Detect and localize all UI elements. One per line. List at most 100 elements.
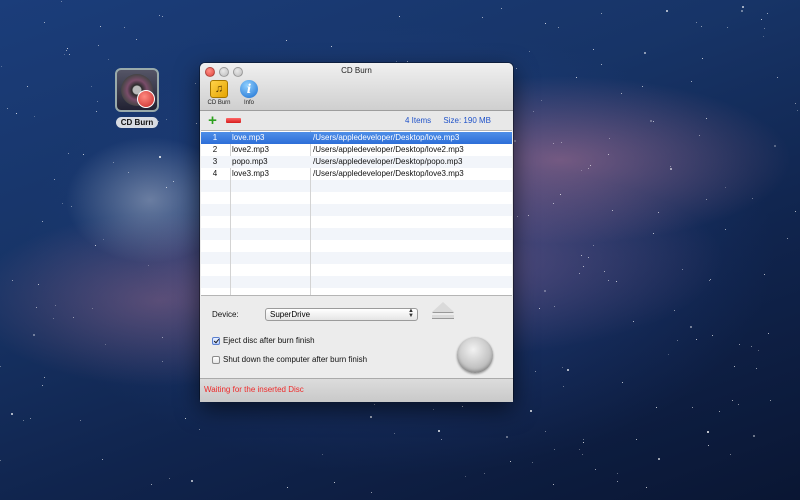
star [393,433,395,435]
star [616,281,618,283]
star [516,67,518,69]
file-table[interactable]: 1 love.mp3 /Users/appledeveloper/Desktop… [201,130,512,296]
star [633,321,635,323]
star [592,49,594,51]
star [529,410,532,413]
star [560,141,562,143]
star [462,405,464,407]
info-icon: i [240,80,258,98]
star [531,462,533,464]
row-path: /Users/appledeveloper/Desktop/love2.mp3 [313,145,464,154]
star [621,92,623,94]
eject-option[interactable]: Eject disc after burn finish [212,336,315,345]
star [60,0,62,2]
desktop-icon-cd-burn[interactable]: CD Burn [112,68,162,130]
star [11,412,14,415]
star [643,52,646,55]
star [65,49,67,51]
device-select[interactable]: SuperDrive ▲ ▼ [265,308,418,321]
star [733,366,735,368]
star [104,343,106,345]
table-row[interactable]: 1 love.mp3 /Users/appledeveloper/Desktop… [201,132,512,144]
star [37,283,39,285]
star [102,239,104,241]
window-title: CD Burn [341,66,372,75]
star [762,36,764,38]
row-filename: love3.mp3 [232,169,269,178]
star [514,140,517,143]
star [538,307,540,309]
star [695,22,697,24]
star [11,279,13,281]
star [73,317,75,319]
table-row[interactable]: 4 love3.mp3 /Users/appledeveloper/Deskto… [201,168,512,180]
star [581,170,583,172]
star [543,289,546,292]
star [761,19,763,21]
star [642,85,644,87]
star [562,385,564,387]
star [184,418,186,420]
star [773,145,776,148]
table-row[interactable]: 2 love2.mp3 /Users/appledeveloper/Deskto… [201,144,512,156]
star [583,438,585,440]
star [26,86,28,88]
titlebar[interactable]: CD Burn ♫ CD Burn i Info [200,63,513,111]
star [725,228,727,230]
star [465,475,467,477]
star [658,457,661,460]
toolbar-info-button[interactable]: i Info [233,80,265,106]
star [533,110,535,112]
toolbar-cd-burn-button[interactable]: ♫ CD Burn [203,80,235,106]
shutdown-checkbox[interactable] [212,355,220,364]
star [195,122,197,124]
eject-button[interactable] [432,302,454,322]
star [741,10,744,13]
star [440,439,442,441]
row-filename: love2.mp3 [232,145,269,154]
options-panel: Device: SuperDrive ▲ ▼ Eject disc after b… [200,295,513,375]
star [286,39,288,41]
star [29,417,31,419]
star [101,458,103,460]
star [587,257,589,259]
remove-file-button[interactable] [226,118,241,123]
table-row[interactable]: 3 popo.mp3 /Users/appledeveloper/Desktop… [201,156,512,168]
star [82,153,84,155]
star [199,428,201,430]
star [751,198,753,200]
add-file-button[interactable]: + [207,113,218,128]
star [169,478,171,480]
star [36,306,38,308]
star [528,51,530,53]
star [34,115,36,117]
star [484,472,486,474]
star [646,487,648,489]
row-path: /Users/appledeveloper/Desktop/love.mp3 [313,133,460,142]
star [113,161,115,163]
burn-button[interactable] [457,337,493,373]
eject-checkbox[interactable] [212,336,220,345]
empty-table-row [201,276,512,288]
shutdown-option-label: Shut down the computer after burn finish [223,355,368,364]
star [553,483,555,485]
star [604,271,606,273]
star [590,165,592,167]
star [79,420,81,422]
star [94,244,96,246]
star [752,434,755,437]
star [755,368,757,370]
star [666,10,669,13]
star [729,454,731,456]
burn-badge-icon [137,90,155,108]
shutdown-option[interactable]: Shut down the computer after burn finish [212,355,367,364]
row-number: 1 [212,133,218,142]
eject-option-label: Eject disc after burn finish [223,336,315,345]
star [608,153,610,155]
star [796,110,798,111]
empty-table-row [201,264,512,276]
star [795,211,797,213]
star [581,254,583,256]
star [527,214,529,216]
star [517,215,519,217]
